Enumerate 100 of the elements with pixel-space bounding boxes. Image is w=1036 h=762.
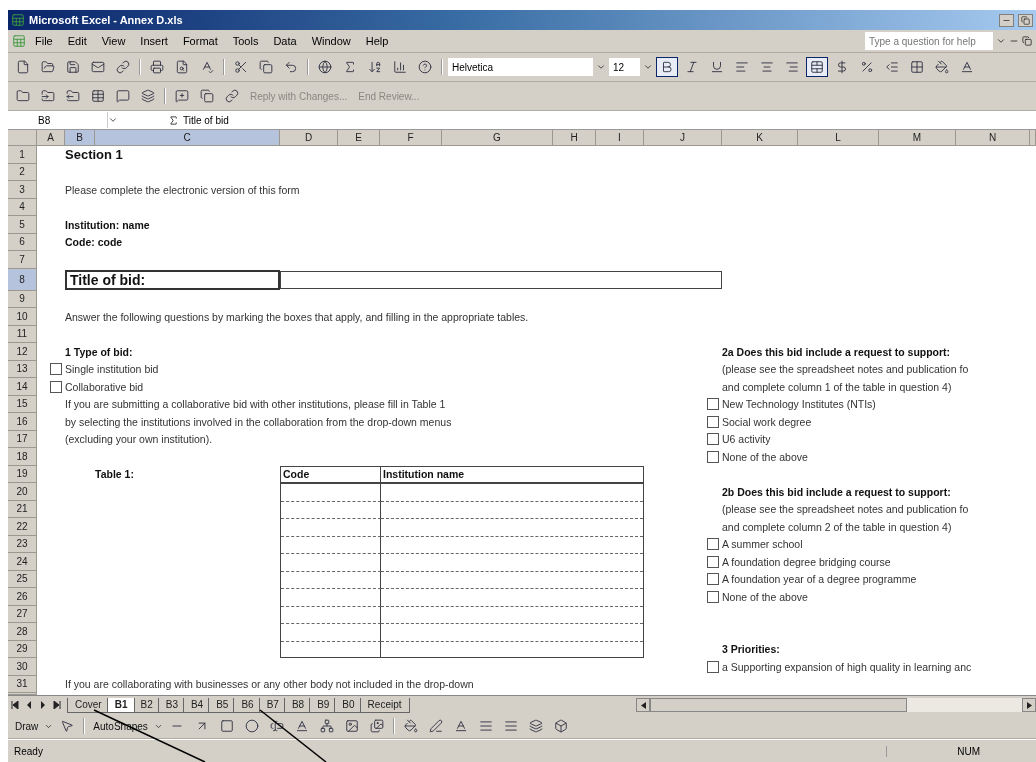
row-header[interactable]: 14 [8,378,37,396]
checkbox[interactable] [707,538,719,551]
menu-item[interactable]: Tools [226,34,265,48]
checkbox[interactable] [707,555,719,568]
draw-menu-button[interactable]: Draw [12,720,42,732]
merge-cells-icon [810,60,824,74]
status-text: Ready [14,745,43,757]
column-header[interactable]: B [65,130,95,146]
option-label: A foundation year of a degree programme [722,573,918,586]
row-header[interactable]: 20 [8,483,37,501]
diagram-icon [319,719,334,733]
menu-item[interactable]: Insert [134,34,174,48]
checkbox[interactable] [707,398,719,411]
row-header[interactable]: 10 [8,308,37,326]
section-heading: Section 1 [65,147,124,163]
table-cell[interactable] [281,589,381,607]
bold-button[interactable] [656,57,678,77]
sheet-tab[interactable]: Cover [67,697,110,713]
right-arrow-icon [39,701,47,709]
sheet-tab[interactable]: Receipt [359,697,410,713]
folder-icon [41,60,55,74]
last-sheet-button[interactable] [50,698,64,712]
table-cell[interactable] [281,519,381,537]
checkbox[interactable] [707,573,719,586]
checkbox[interactable] [707,660,719,673]
sheet-tab[interactable]: B0 [334,697,363,713]
option-label: None of the above [722,450,809,463]
wordart-icon [294,719,309,733]
row-header[interactable]: 16 [8,413,37,431]
column-header[interactable]: C [95,130,280,146]
question-title: 3 Priorities: [722,643,781,656]
sheet-tab[interactable]: B1 [106,697,136,713]
title-of-bid-field[interactable] [280,270,722,289]
column-header[interactable]: J [644,130,722,146]
row-header[interactable]: 7 [8,251,37,269]
help-search-field[interactable]: Type a question for help [865,32,993,50]
table-icon [91,89,105,103]
restore-icon [1022,36,1032,46]
scrollbar-thumb[interactable] [650,698,907,712]
column-header[interactable]: A [37,130,65,146]
checkbox[interactable] [707,433,719,446]
row-header[interactable]: 12 [8,343,37,361]
checkbox[interactable] [50,363,62,376]
column-header[interactable]: H [553,130,596,146]
checkbox[interactable] [707,450,719,463]
row-header[interactable]: 5 [8,216,37,234]
column-header[interactable]: F [380,130,442,146]
row-header[interactable]: 8 [8,268,37,291]
menu-item[interactable]: Help [359,34,395,48]
row-header[interactable]: 26 [8,588,37,606]
font-name-field[interactable]: Helvetica [448,58,593,76]
column-header[interactable]: M [879,130,956,146]
column-header[interactable]: G [442,130,553,146]
folder-icon [66,89,80,103]
row-header[interactable]: 30 [8,658,37,676]
printer-icon [150,60,164,74]
table-cell[interactable] [281,536,381,554]
first-sheet-button[interactable] [8,698,22,712]
checkbox[interactable] [50,380,62,393]
column-header[interactable]: D [280,130,338,146]
scroll-left-button[interactable] [636,698,650,712]
checkbox[interactable] [707,590,719,603]
font-size-field[interactable]: 12 [609,58,640,76]
minimize-button[interactable] [999,13,1014,27]
table-cell[interactable] [281,624,381,642]
merge-cells-button[interactable] [806,57,828,77]
column-header[interactable]: K [722,130,798,146]
row-header[interactable]: 22 [8,518,37,536]
column-header[interactable]: L [798,130,879,146]
formula-field[interactable]: Title of bid [179,114,229,126]
print-preview-icon [175,60,189,74]
menu-item[interactable]: Window [305,34,357,48]
copy-icon [259,60,273,74]
column-header[interactable]: N [956,130,1030,146]
column-header[interactable]: E [338,130,380,146]
row-header[interactable]: 24 [8,553,37,571]
sheet-tab[interactable]: B6 [233,697,262,713]
row-header[interactable]: 1 [8,146,37,164]
restore-button[interactable] [1018,13,1033,27]
save-icon [66,60,80,74]
table-cell[interactable] [281,571,381,589]
row-header[interactable]: 3 [8,181,37,199]
table-cell[interactable] [281,501,381,519]
name-box[interactable]: B8 [8,112,108,128]
menu-item[interactable]: File [29,34,59,48]
row-header[interactable]: 18 [8,448,37,466]
table-cell[interactable] [281,606,381,624]
table-cell[interactable] [281,484,381,502]
checkbox[interactable] [707,415,719,428]
column-header[interactable]: I [596,130,644,146]
scroll-right-button[interactable] [1022,698,1036,712]
spell-check-icon [200,60,214,74]
row-header[interactable]: 28 [8,623,37,641]
note-text: and complete column 1 of the table in question 4) [722,380,953,393]
menu-item[interactable]: Edit [61,34,93,48]
menu-item[interactable]: Format [176,34,224,48]
borders-icon [910,60,924,74]
table-cell[interactable] [281,554,381,572]
menu-item[interactable]: Data [267,34,303,48]
menu-item[interactable]: View [95,34,132,48]
